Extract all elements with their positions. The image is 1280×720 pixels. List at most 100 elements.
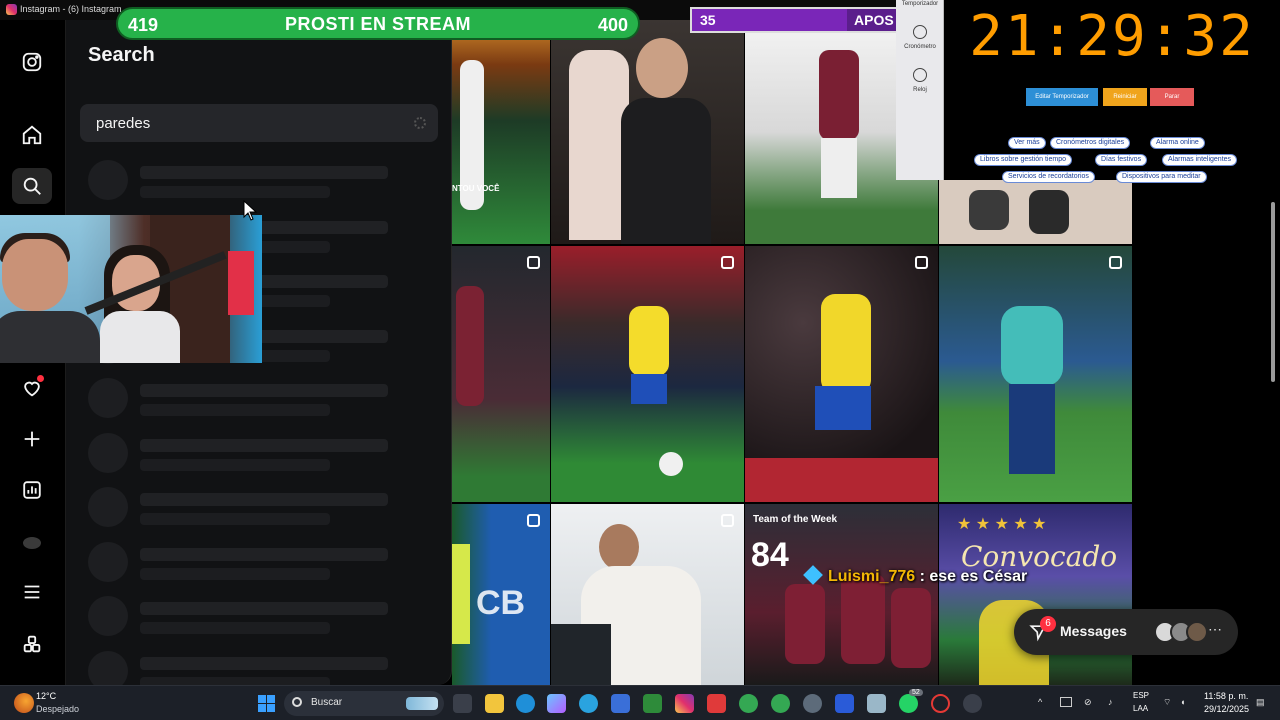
wifi-icon[interactable]: ⌔: [1163, 697, 1171, 708]
carousel-icon: [915, 256, 928, 269]
file-explorer-icon[interactable]: [485, 694, 504, 713]
bet-value: 35: [700, 12, 716, 28]
goal-title: PROSTI EN STREAM: [284, 14, 471, 34]
copilot-icon[interactable]: [547, 694, 566, 713]
notification-dot: [37, 375, 44, 382]
mouse-cursor-icon: [243, 200, 258, 221]
dashboard-icon[interactable]: [12, 472, 52, 508]
wps-icon[interactable]: [707, 694, 726, 713]
stream-goal-bar: 419 PROSTI EN STREAM 400: [116, 7, 640, 40]
grid-tile[interactable]: NTOU VOCÊ: [452, 20, 550, 244]
timer-link[interactable]: Servicios de recordatorios: [1002, 171, 1095, 183]
obs-icon[interactable]: [963, 694, 982, 713]
grid-tile[interactable]: [452, 246, 550, 502]
timer-link[interactable]: Alarma online: [1150, 137, 1205, 149]
search-result-placeholder: [88, 431, 428, 473]
tray-app-icon[interactable]: [1060, 697, 1072, 707]
loading-spinner-icon: [414, 117, 426, 129]
grid-tile[interactable]: [745, 246, 938, 502]
timer-link[interactable]: Días festivos: [1095, 154, 1148, 166]
weather-status[interactable]: Despejado: [36, 704, 79, 714]
weather-icon[interactable]: [14, 693, 34, 713]
player-rating: 84: [751, 536, 789, 574]
instagram-favicon-icon: [6, 4, 17, 15]
search-panel-title: Search: [88, 44, 155, 66]
task-view-icon[interactable]: [453, 694, 472, 713]
grid-tile[interactable]: CB: [452, 504, 550, 685]
chrome-profile-icon[interactable]: [771, 694, 790, 713]
search-input[interactable]: [96, 113, 396, 133]
carousel-icon: [527, 514, 540, 527]
opera-icon[interactable]: [931, 694, 950, 713]
menu-icon[interactable]: [12, 574, 52, 610]
taskbar-search[interactable]: Buscar: [284, 691, 444, 716]
edit-timer-button[interactable]: Editar Temporizador: [1026, 88, 1098, 106]
store-icon[interactable]: [611, 694, 630, 713]
messages-count-badge: 6: [1040, 616, 1056, 632]
windows-start-icon[interactable]: [258, 695, 275, 712]
instagram-taskbar-icon[interactable]: [675, 694, 694, 713]
timer-link[interactable]: Alarmas inteligentes: [1162, 154, 1238, 166]
taskbar-date[interactable]: 29/12/2025: [1204, 704, 1249, 714]
bet-title: APOS: [854, 12, 894, 28]
grid-tile[interactable]: [551, 504, 744, 685]
carousel-icon: [1109, 256, 1122, 269]
grid-tile[interactable]: [939, 180, 1132, 244]
search-result-placeholder: [88, 540, 428, 582]
timer-link[interactable]: Cronómetros digitales: [1050, 137, 1131, 149]
search-highlight-icon: [406, 697, 438, 710]
goal-right-value: 400: [597, 15, 628, 35]
grid-tile[interactable]: [551, 20, 744, 244]
edge-icon[interactable]: [516, 694, 535, 713]
webcam-overlay: [0, 215, 262, 363]
timer-sidebar: Temporizador Cronómetro Reloj: [896, 0, 944, 180]
language-layout[interactable]: LAA: [1133, 704, 1148, 713]
avatar: [1186, 621, 1208, 643]
xbox-icon[interactable]: [643, 694, 662, 713]
messages-button[interactable]: 6 Messages ⋯: [1014, 609, 1238, 655]
microphone-icon[interactable]: ♪: [1108, 697, 1113, 707]
chat-message: Luismi_776 : ese es César: [803, 565, 1027, 586]
timer-link[interactable]: Dispositivos para meditar: [1116, 171, 1207, 183]
grid-tile[interactable]: Team of the Week 84: [745, 504, 938, 685]
search-box[interactable]: [80, 104, 438, 142]
carousel-icon: [721, 514, 734, 527]
tile-caption: NTOU VOCÊ: [452, 184, 500, 193]
grid-tile[interactable]: [551, 246, 744, 502]
create-icon[interactable]: [12, 421, 52, 457]
language-code[interactable]: ESP: [1133, 691, 1149, 700]
clock-icon[interactable]: [913, 68, 927, 82]
stopwatch-label[interactable]: Cronómetro: [896, 44, 944, 50]
grid-tile[interactable]: [939, 246, 1132, 502]
scrollbar[interactable]: [1270, 196, 1276, 676]
defender-icon[interactable]: [835, 694, 854, 713]
clock-label[interactable]: Reloj: [896, 87, 944, 93]
tray-chevron-icon[interactable]: ^: [1038, 697, 1042, 707]
weather-temp[interactable]: 12°C: [36, 691, 56, 701]
also-from-meta-icon[interactable]: [12, 626, 52, 662]
stream-bet-bar: 35 APOS: [690, 7, 900, 33]
stop-timer-button[interactable]: Parar: [1150, 88, 1194, 106]
screen: Instagram - (6) Instagram Search paredes…: [0, 0, 1280, 720]
search-icon: [292, 697, 302, 707]
taskbar-time[interactable]: 11:58 p. m.: [1204, 691, 1248, 701]
whatsapp-icon[interactable]: [899, 694, 918, 713]
timer-link[interactable]: Libros sobre gestión tiempo: [974, 154, 1072, 166]
home-icon[interactable]: [12, 117, 52, 153]
remote-desktop-icon[interactable]: [867, 694, 886, 713]
profile-avatar[interactable]: [12, 525, 52, 561]
heart-icon[interactable]: [12, 370, 52, 406]
notifications-icon[interactable]: ▤: [1256, 697, 1265, 708]
timer-link[interactable]: Ver más: [1008, 137, 1046, 149]
grid-tile[interactable]: ★ ★ ★ ★ ★ Convocado: [939, 504, 1132, 685]
chrome-icon[interactable]: [739, 694, 758, 713]
network-icon[interactable]: ⊘: [1084, 697, 1092, 708]
telegram-icon[interactable]: [579, 694, 598, 713]
more-icon: ⋯: [1208, 621, 1222, 637]
instagram-logo-icon[interactable]: [12, 44, 52, 80]
volume-icon[interactable]: ◖: [1180, 697, 1185, 707]
search-icon[interactable]: [12, 168, 52, 204]
settings-icon[interactable]: [803, 694, 822, 713]
reset-timer-button[interactable]: Reiniciar: [1103, 88, 1147, 106]
stopwatch-icon[interactable]: [913, 25, 927, 39]
